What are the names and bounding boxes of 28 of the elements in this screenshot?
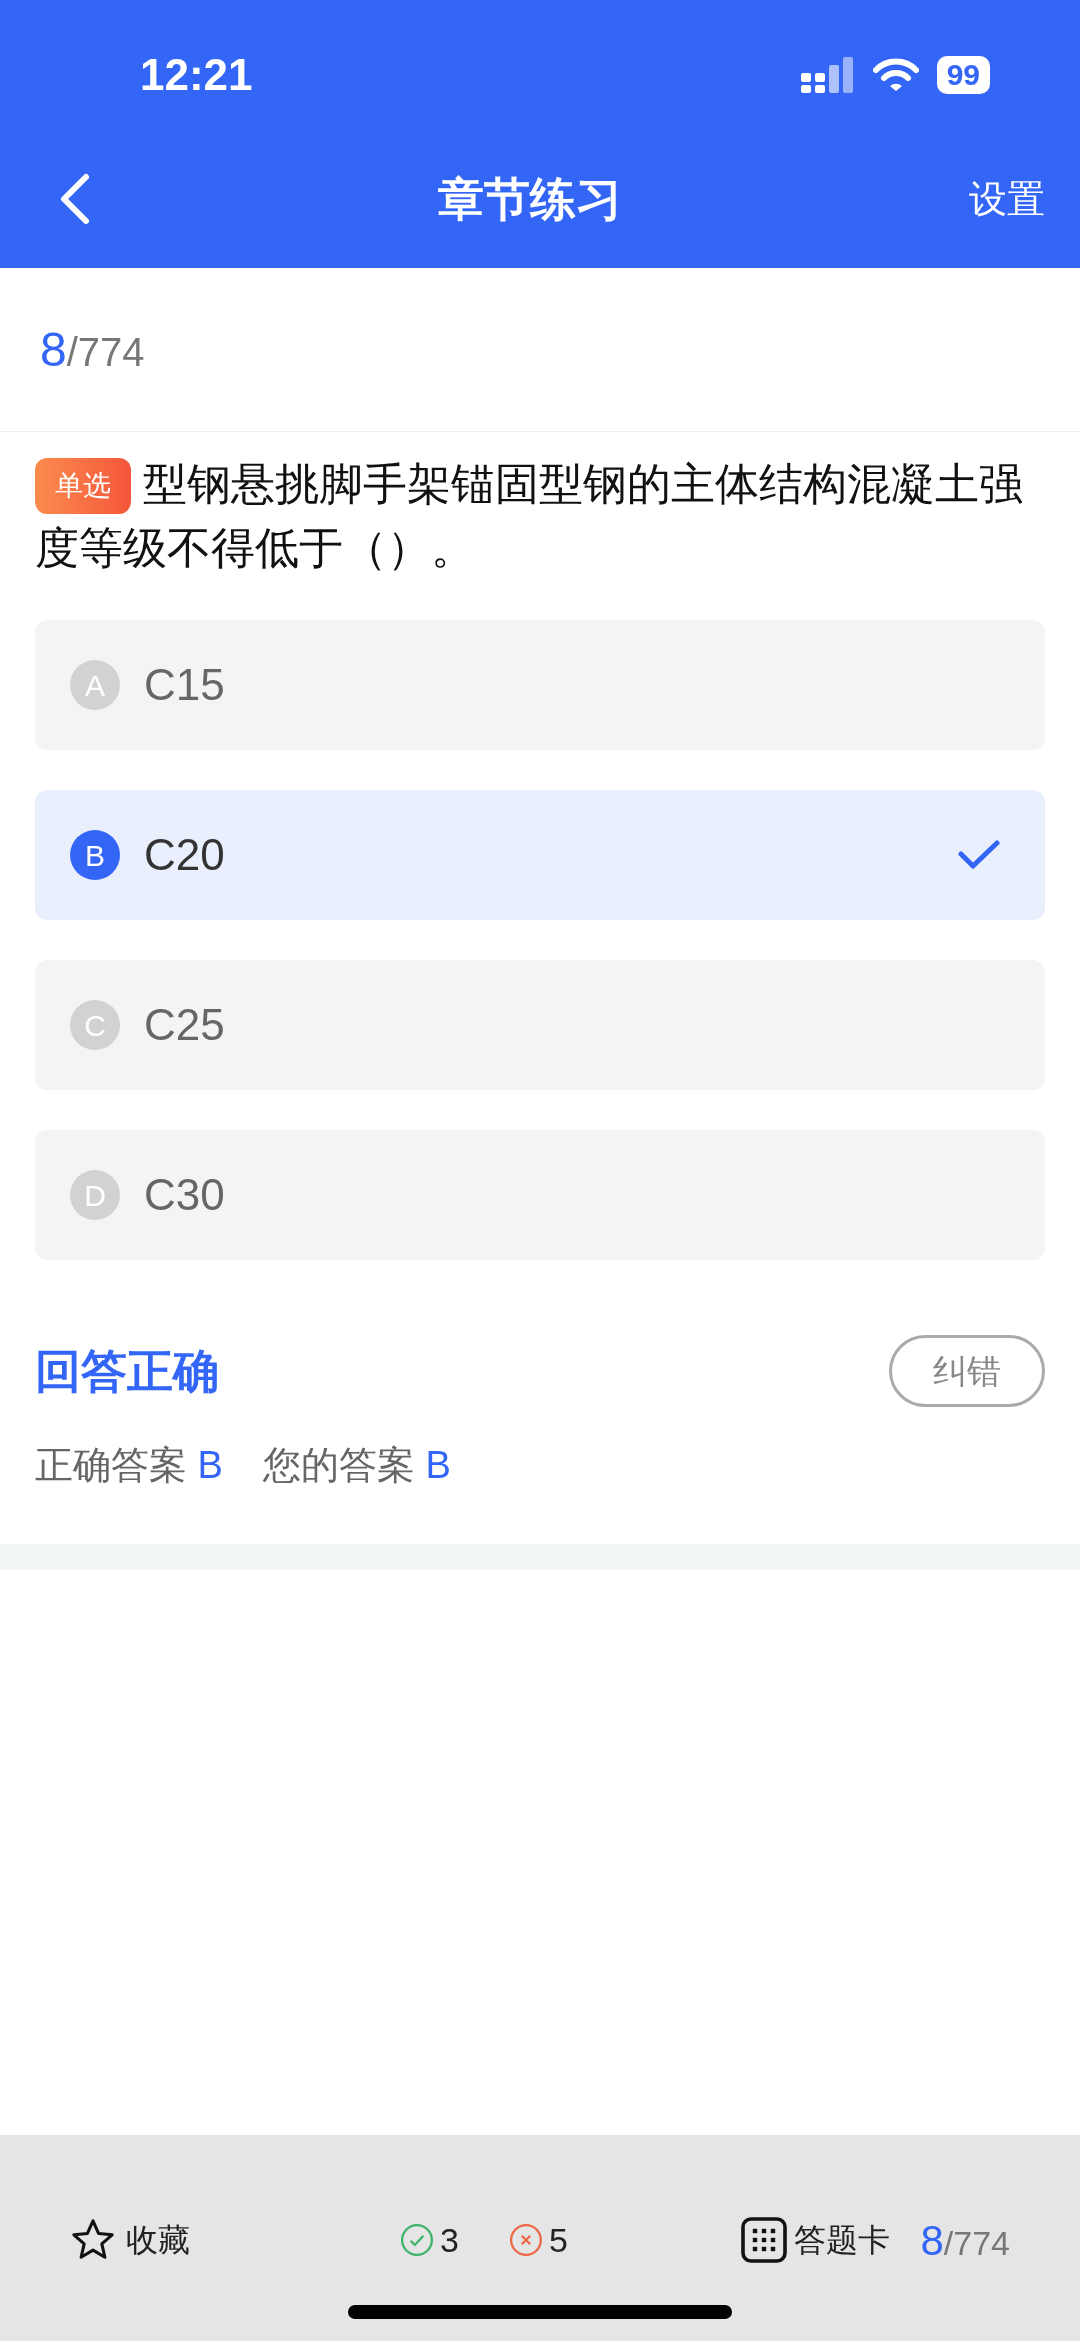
- signal-icon: [800, 57, 855, 93]
- result-title: 回答正确: [35, 1343, 219, 1399]
- x-circle-icon: [508, 2223, 543, 2257]
- report-error-button[interactable]: 纠错: [889, 1335, 1045, 1407]
- page-title: 章节练习: [437, 171, 622, 227]
- option-text: C25: [144, 999, 225, 1051]
- answer-card-button[interactable]: 答题卡: [740, 2216, 891, 2264]
- back-icon[interactable]: [60, 173, 90, 225]
- question-counter: 8/774: [40, 321, 145, 378]
- check-circle-icon: [400, 2223, 434, 2257]
- answer-option[interactable]: B C20: [35, 790, 1045, 920]
- option-text: C20: [144, 829, 225, 881]
- option-text: C15: [144, 659, 225, 711]
- wrong-count: 5: [548, 2219, 568, 2261]
- correct-answer: 正确答案 B: [35, 1443, 223, 1488]
- grid-icon: [740, 2216, 789, 2264]
- your-answer: 您的答案 B: [262, 1443, 451, 1488]
- status-time: 12:21: [140, 49, 253, 101]
- option-text: C30: [144, 1169, 225, 1221]
- check-icon: [958, 839, 1000, 871]
- favorite-button[interactable]: 收藏: [70, 2216, 190, 2264]
- option-letter: B: [70, 830, 120, 880]
- question-text: 单选 型钢悬挑脚手架锚固型钢的主体结构混凝土强度等级不得低于（）。: [35, 457, 1024, 574]
- bottom-counter: 8/774: [920, 2215, 1010, 2266]
- right-count: 3: [440, 2219, 459, 2261]
- battery-level: 99: [936, 56, 990, 94]
- wifi-icon: [872, 58, 919, 92]
- settings-button[interactable]: 设置: [969, 170, 1045, 228]
